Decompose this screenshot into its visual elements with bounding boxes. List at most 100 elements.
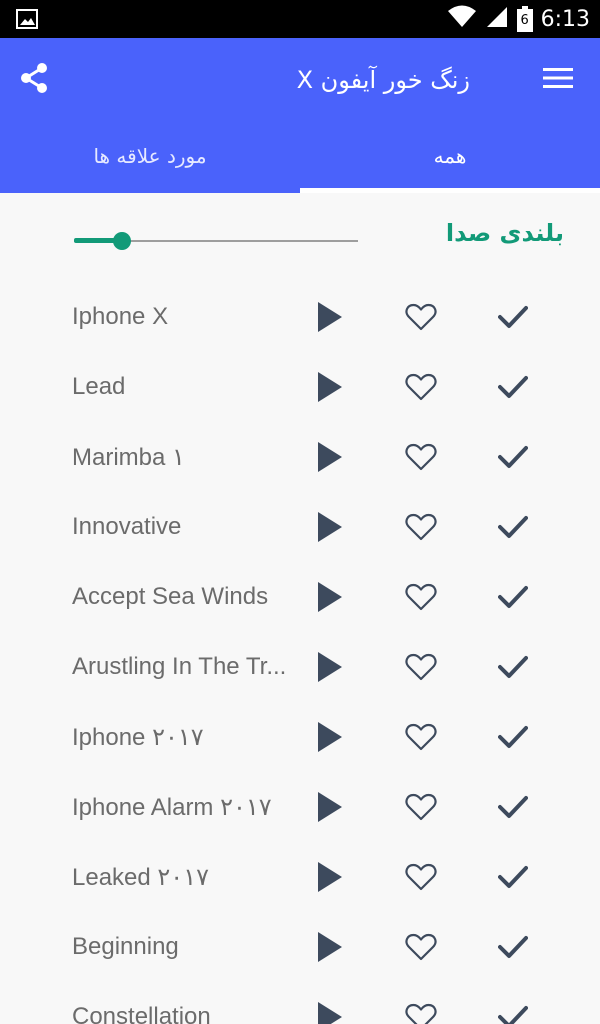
- checkmark-icon: [498, 585, 528, 613]
- heart-outline-icon: [405, 653, 437, 685]
- heart-outline-icon: [405, 513, 437, 545]
- battery-level: 6: [520, 13, 529, 28]
- ringtone-name: Leaked ۲۰۱۷: [72, 864, 209, 891]
- battery-icon: 6: [516, 6, 533, 32]
- favorite-button[interactable]: [401, 999, 441, 1024]
- checkmark-icon: [498, 375, 528, 403]
- play-button[interactable]: [310, 439, 350, 479]
- favorite-button[interactable]: [401, 719, 441, 759]
- ringtone-list: Iphone X Lead Marimba ۱ Innovative Accep…: [0, 285, 600, 1024]
- favorite-button[interactable]: [401, 789, 441, 829]
- share-button[interactable]: [14, 60, 54, 100]
- ringtone-row: Leaked ۲۰۱۷: [0, 845, 600, 915]
- play-icon: [318, 1002, 342, 1024]
- ringtone-name: Lead: [72, 373, 126, 400]
- play-button[interactable]: [310, 859, 350, 899]
- menu-button[interactable]: [538, 60, 578, 100]
- app-title: زنگ خور آیفون X: [296, 66, 470, 94]
- checkmark-icon: [498, 935, 528, 963]
- checkmark-icon: [498, 305, 528, 333]
- ringtone-row: Beginning: [0, 915, 600, 985]
- heart-outline-icon: [405, 723, 437, 755]
- ringtone-name: Constellation: [72, 1003, 211, 1024]
- play-icon: [318, 862, 342, 896]
- play-icon: [318, 932, 342, 966]
- play-button[interactable]: [310, 929, 350, 969]
- volume-label: بلندی صدا: [445, 219, 564, 247]
- favorite-button[interactable]: [401, 929, 441, 969]
- heart-outline-icon: [405, 1003, 437, 1024]
- checkmark-icon: [498, 795, 528, 823]
- hamburger-menu-icon: [543, 66, 573, 94]
- favorite-button[interactable]: [401, 859, 441, 899]
- slider-thumb[interactable]: [113, 232, 132, 250]
- checkmark-icon: [498, 515, 528, 543]
- play-icon: [318, 792, 342, 826]
- heart-outline-icon: [405, 303, 437, 335]
- set-ringtone-button[interactable]: [493, 929, 533, 969]
- heart-outline-icon: [405, 863, 437, 895]
- heart-outline-icon: [405, 443, 437, 475]
- ringtone-row: Iphone X: [0, 285, 600, 355]
- set-ringtone-button[interactable]: [493, 859, 533, 899]
- share-icon: [17, 61, 51, 99]
- ringtone-row: Accept Sea Winds: [0, 565, 600, 635]
- ringtone-name: Arustling In The Tr...: [72, 653, 287, 680]
- favorite-button[interactable]: [401, 579, 441, 619]
- play-button[interactable]: [310, 299, 350, 339]
- checkmark-icon: [498, 445, 528, 473]
- set-ringtone-button[interactable]: [493, 509, 533, 549]
- set-ringtone-button[interactable]: [493, 789, 533, 829]
- set-ringtone-button[interactable]: [493, 579, 533, 619]
- image-notification-icon: [16, 8, 38, 30]
- app-bar: زنگ خور آیفون X مورد علاقه ها همه: [0, 38, 600, 193]
- heart-outline-icon: [405, 373, 437, 405]
- checkmark-icon: [498, 1005, 528, 1024]
- play-button[interactable]: [310, 999, 350, 1024]
- play-button[interactable]: [310, 369, 350, 409]
- tab-favorites[interactable]: مورد علاقه ها: [0, 133, 300, 193]
- clock-time: 6:13: [540, 6, 590, 32]
- play-button[interactable]: [310, 579, 350, 619]
- play-icon: [318, 582, 342, 616]
- play-button[interactable]: [310, 649, 350, 689]
- ringtone-name: Innovative: [72, 513, 182, 540]
- ringtone-row: Arustling In The Tr...: [0, 635, 600, 705]
- ringtone-row: Iphone Alarm ۲۰۱۷: [0, 775, 600, 845]
- ringtone-name: Accept Sea Winds: [72, 583, 269, 610]
- ringtone-row: Iphone ۲۰۱۷: [0, 705, 600, 775]
- play-icon: [318, 512, 342, 546]
- signal-icon: [485, 5, 509, 33]
- favorite-button[interactable]: [401, 649, 441, 689]
- heart-outline-icon: [405, 583, 437, 615]
- heart-outline-icon: [405, 793, 437, 825]
- set-ringtone-button[interactable]: [493, 369, 533, 409]
- ringtone-row: Constellation: [0, 985, 600, 1024]
- favorite-button[interactable]: [401, 439, 441, 479]
- ringtone-name: Marimba ۱: [72, 444, 185, 471]
- play-icon: [318, 652, 342, 686]
- play-button[interactable]: [310, 509, 350, 549]
- volume-slider[interactable]: [74, 231, 358, 251]
- set-ringtone-button[interactable]: [493, 999, 533, 1024]
- tab-all[interactable]: همه: [300, 133, 600, 193]
- tab-bar: مورد علاقه ها همه: [0, 133, 600, 193]
- set-ringtone-button[interactable]: [493, 299, 533, 339]
- play-icon: [318, 302, 342, 336]
- set-ringtone-button[interactable]: [493, 439, 533, 479]
- favorite-button[interactable]: [401, 299, 441, 339]
- ringtone-name: Iphone Alarm ۲۰۱۷: [72, 794, 272, 821]
- checkmark-icon: [498, 655, 528, 683]
- wifi-icon: [447, 5, 477, 33]
- set-ringtone-button[interactable]: [493, 649, 533, 689]
- set-ringtone-button[interactable]: [493, 719, 533, 759]
- favorite-button[interactable]: [401, 509, 441, 549]
- play-icon: [318, 722, 342, 756]
- ringtone-row: Innovative: [0, 495, 600, 565]
- play-button[interactable]: [310, 789, 350, 829]
- play-button[interactable]: [310, 719, 350, 759]
- volume-control: بلندی صدا: [0, 193, 600, 285]
- play-icon: [318, 442, 342, 476]
- favorite-button[interactable]: [401, 369, 441, 409]
- play-icon: [318, 372, 342, 406]
